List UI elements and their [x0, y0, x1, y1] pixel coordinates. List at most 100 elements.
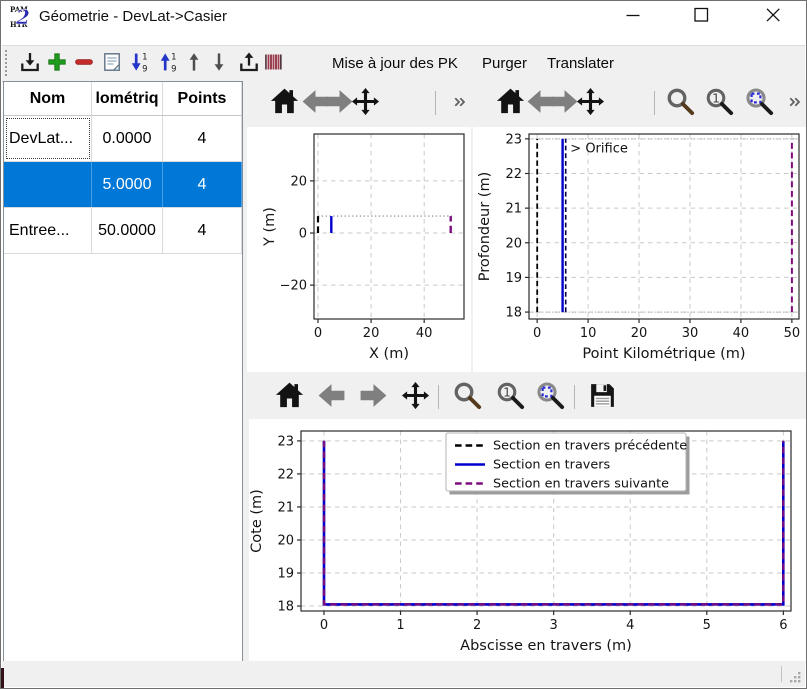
svg-text:22: 22 [277, 467, 294, 482]
svg-text:20: 20 [363, 326, 380, 341]
x-axis-label: Point Kilométrique (m) [582, 346, 745, 362]
fig2-zoom-rect-button[interactable] [741, 85, 777, 121]
maximize-button[interactable] [678, 1, 724, 32]
cell-pk[interactable]: 5.0000 [92, 162, 163, 207]
sort-descending-icon: 19 [157, 50, 181, 77]
svg-text:20: 20 [505, 236, 522, 251]
fig2-zoom-one-button[interactable]: 1 [701, 85, 737, 121]
arrow-down-icon [207, 50, 231, 77]
fig3-home-button[interactable] [271, 379, 307, 415]
svg-text:0: 0 [533, 326, 541, 341]
export-button[interactable] [235, 49, 263, 77]
status-separator [781, 666, 782, 682]
cell-points[interactable]: 4 [163, 162, 242, 207]
cell-points[interactable]: 4 [163, 208, 242, 253]
svg-text:6: 6 [779, 618, 787, 633]
chart-legend: Section en travers précédenteSection en … [446, 433, 690, 495]
title-bar[interactable]: PAM HYR 2 Géometrie - DevLat->Casier [1, 1, 806, 32]
translater-button[interactable]: Translater [541, 49, 620, 77]
column-header-points[interactable]: Points [163, 82, 242, 115]
main-toolbar: Mise à jour des PK Purger Translater 191… [2, 45, 805, 82]
svg-text:3: 3 [550, 618, 558, 633]
forward-icon [358, 380, 389, 414]
svg-text:21: 21 [505, 202, 522, 217]
cell-nom[interactable] [4, 162, 92, 207]
background-artifact [1, 668, 4, 689]
zoom-icon [452, 380, 483, 414]
cross-section-figure: 0123456181920212223Abscisse en travers (… [249, 419, 806, 662]
table-row[interactable]: 5.00004 [4, 162, 242, 208]
move-down-button[interactable] [205, 49, 233, 77]
move-up-button[interactable] [180, 49, 208, 77]
update-pk-button[interactable]: Mise à jour des PK [326, 49, 464, 77]
minimize-button[interactable] [610, 1, 656, 32]
fig3-zoom-rect-button[interactable] [532, 379, 568, 415]
sort-ascending-icon: 19 [128, 50, 152, 77]
svg-text:18: 18 [505, 306, 522, 321]
cross-section-chart[interactable]: 0123456181920212223Abscisse en travers (… [249, 419, 806, 662]
toolbar-separator [438, 385, 439, 409]
svg-text:1: 1 [396, 618, 404, 633]
svg-text:5: 5 [703, 618, 711, 633]
app-icon: PAM HYR 2 [9, 4, 33, 28]
import-icon [18, 50, 42, 77]
toolbar-drag-handle[interactable] [5, 50, 10, 76]
add-button[interactable] [43, 49, 71, 77]
plan-view-chart[interactable]: 02040−20020X (m)Y (m) [247, 127, 471, 372]
svg-text:0: 0 [314, 326, 322, 341]
window-title: Géometrie - DevLat->Casier [39, 8, 227, 25]
purger-button[interactable]: Purger [476, 49, 533, 77]
zoom-rect-icon [744, 86, 775, 120]
duplicate-button[interactable] [98, 49, 126, 77]
svg-text:2: 2 [15, 5, 30, 28]
svg-text:9: 9 [171, 64, 176, 74]
svg-text:1: 1 [503, 385, 511, 399]
fig3-zoom-one-button[interactable]: 1 [492, 379, 528, 415]
fig3-pan-button[interactable] [397, 379, 433, 415]
fig3-zoom-button[interactable] [449, 379, 485, 415]
close-button[interactable] [750, 1, 796, 32]
column-header-nom[interactable]: Nom [4, 82, 92, 115]
sort-ascending-button[interactable]: 19 [126, 49, 154, 77]
zoom-one-icon: 1 [704, 86, 735, 120]
fig2-zoom-button[interactable] [662, 85, 698, 121]
cell-points[interactable]: 4 [163, 116, 242, 161]
svg-text:18: 18 [277, 600, 294, 615]
fig3-forward-button[interactable] [355, 379, 391, 415]
fig3-back-button[interactable] [313, 379, 349, 415]
resize-grip[interactable] [788, 670, 802, 684]
svg-text:0: 0 [320, 618, 328, 633]
y-axis-label: Y (m) [262, 207, 278, 247]
import-button[interactable] [16, 49, 44, 77]
table-row[interactable]: DevLat...0.00004 [4, 116, 242, 162]
column-header-pk[interactable]: lométriq [92, 82, 163, 115]
longitudinal-profile-chart[interactable]: > Orifice01020304050181920212223Point Ki… [473, 127, 806, 372]
geometry-table: Nom lométriq Points DevLat...0.000045.00… [3, 81, 243, 662]
fig2-pan-button[interactable] [572, 85, 608, 121]
x-axis-label: Abscisse en travers (m) [460, 638, 632, 654]
fig3-save-button[interactable] [584, 379, 620, 415]
y-axis-label: Cote (m) [249, 489, 265, 553]
status-bar [2, 661, 805, 687]
svg-text:−20: −20 [280, 279, 307, 294]
cell-nom[interactable]: DevLat... [4, 116, 92, 161]
sort-descending-button[interactable]: 19 [155, 49, 183, 77]
application-window: PAM HYR 2 Géometrie - DevLat->Casier Mis… [0, 0, 807, 689]
cell-pk[interactable]: 0.0000 [92, 116, 163, 161]
close-icon [761, 3, 785, 30]
table-header: Nom lométriq Points [4, 82, 242, 116]
svg-text:23: 23 [277, 434, 294, 449]
export-icon [237, 50, 261, 77]
update-pk-bars-button[interactable] [260, 49, 288, 77]
cell-pk[interactable]: 50.0000 [92, 208, 163, 253]
delete-button[interactable] [70, 49, 98, 77]
cell-nom[interactable]: Entree... [4, 208, 92, 253]
svg-text:19: 19 [277, 567, 294, 582]
svg-text:1: 1 [712, 91, 720, 105]
fig2-overflow-button[interactable] [785, 90, 803, 116]
table-row[interactable]: Entree...50.00004 [4, 208, 242, 254]
plan-view-figure: 02040−20020X (m)Y (m) [247, 127, 471, 372]
pan-icon [400, 380, 431, 414]
orifice-annotation: > Orifice [570, 142, 628, 157]
plus-icon [45, 50, 69, 77]
